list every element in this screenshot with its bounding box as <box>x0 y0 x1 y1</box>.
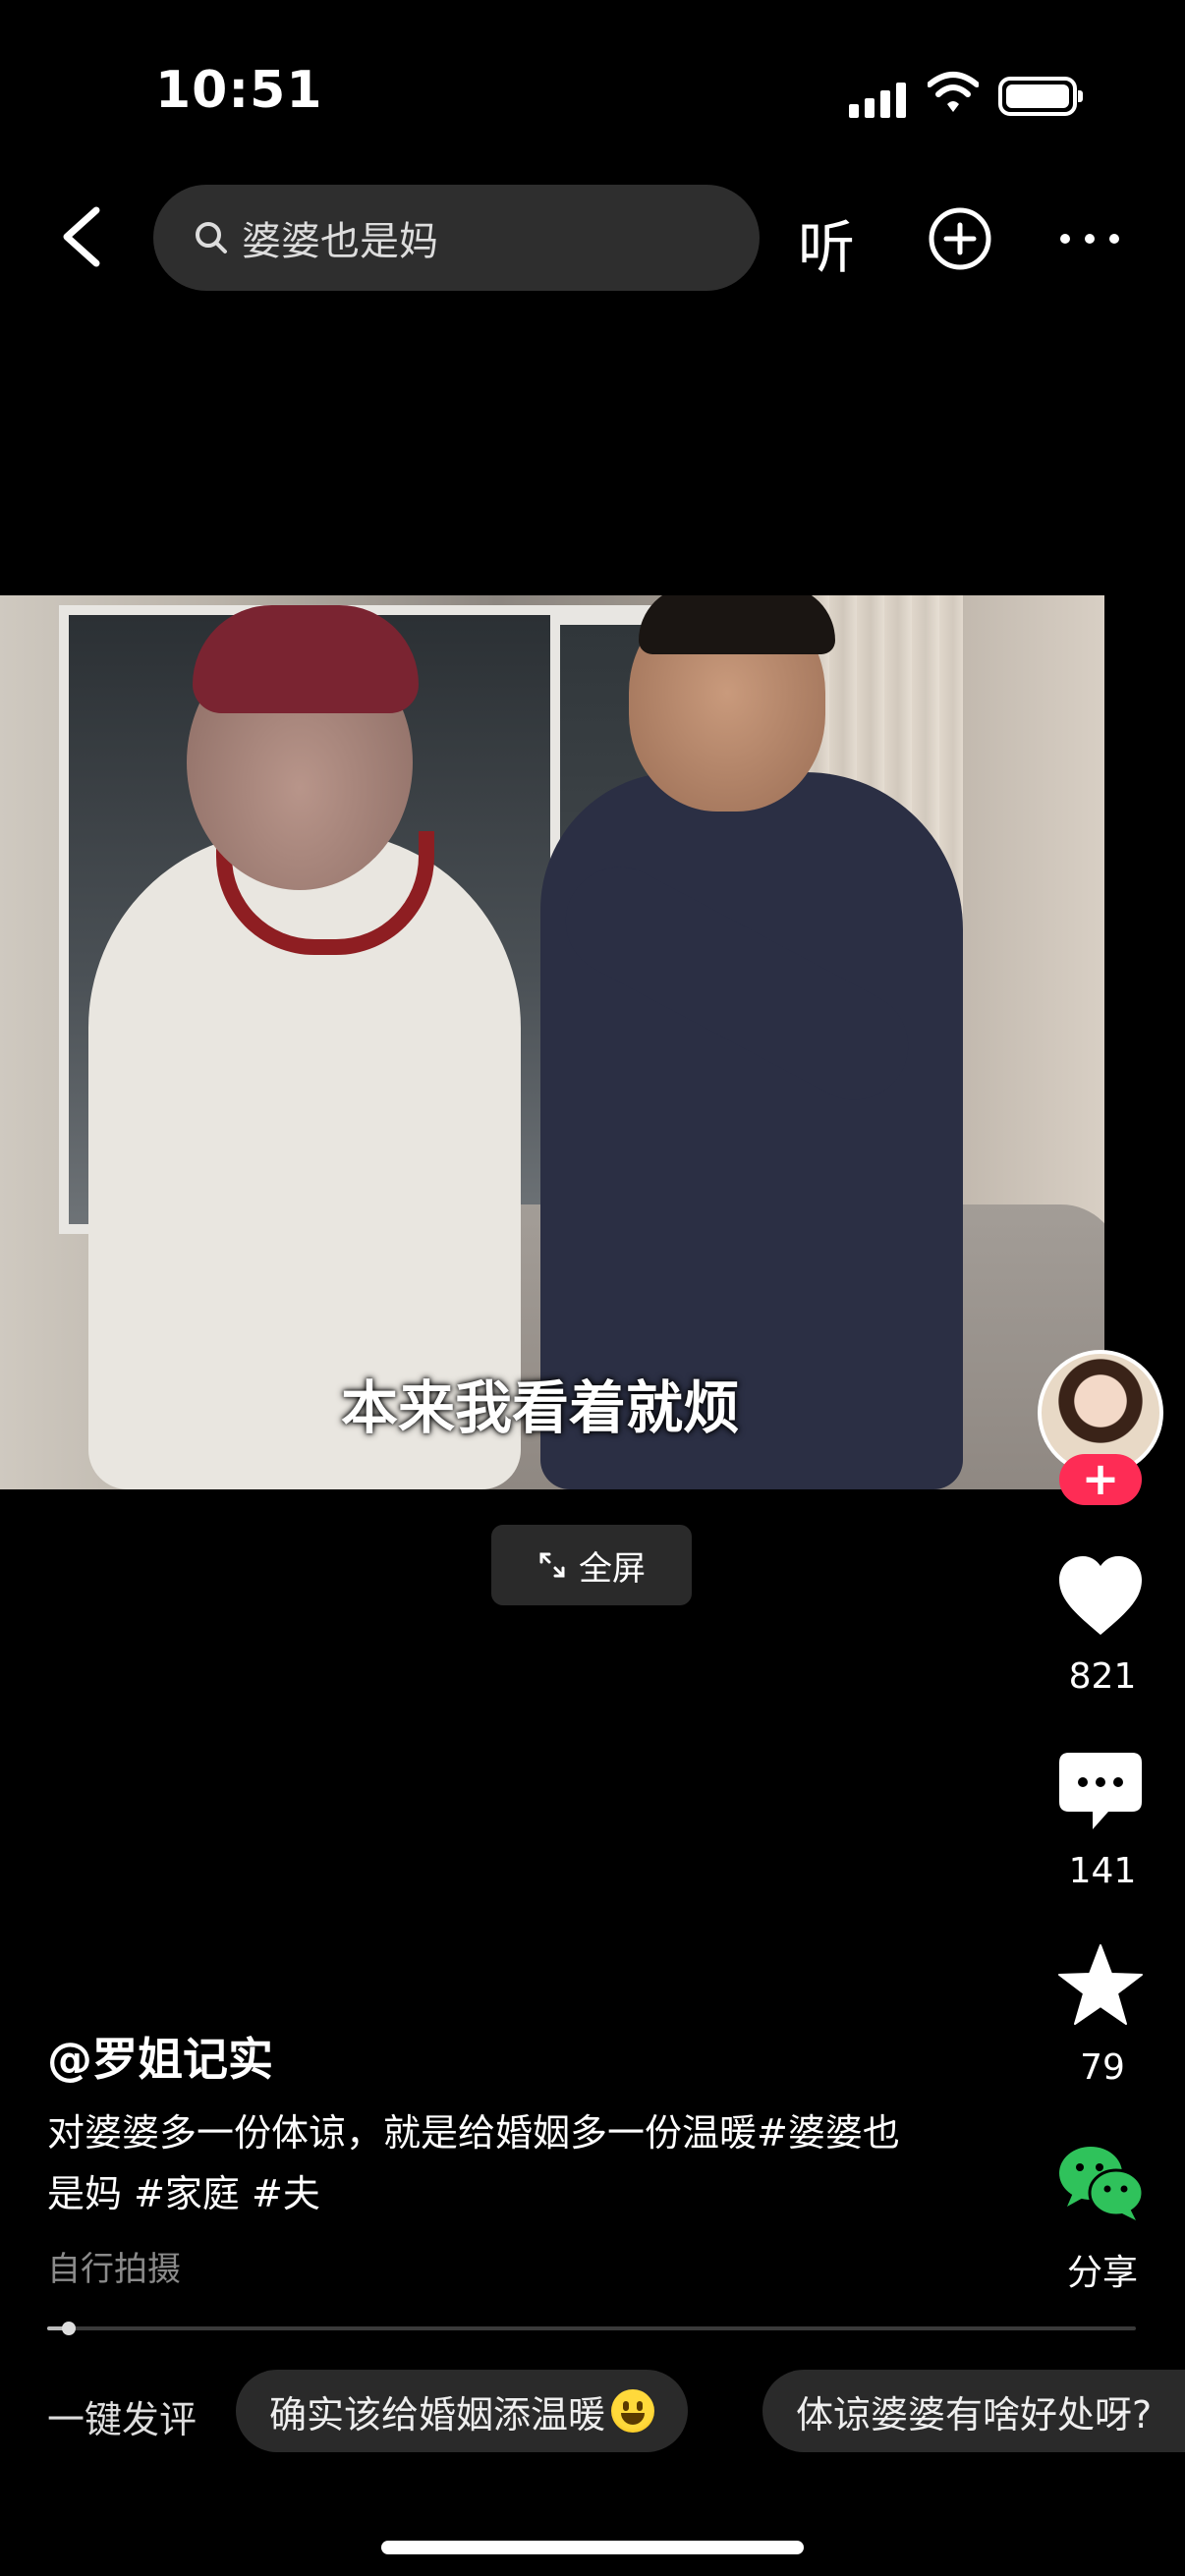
back-icon[interactable] <box>55 204 110 269</box>
search-icon <box>196 222 227 253</box>
follow-button[interactable]: + <box>1059 1454 1142 1505</box>
more-icon[interactable] <box>1057 226 1122 252</box>
comment-icon[interactable] <box>1055 1747 1146 1837</box>
status-time: 10:51 <box>155 61 323 120</box>
quick-comment-chip-1[interactable]: 确实该给婚姻添温暖 <box>236 2370 689 2452</box>
man-hair <box>639 595 835 654</box>
description-line-2: 是妈 #家庭 #夫 <box>47 2172 320 2215</box>
cellular-signal-icon <box>849 83 908 118</box>
quick-comment-chip-2[interactable]: 体谅婆婆有啥好处呀? <box>762 2370 1185 2452</box>
fullscreen-button[interactable]: 全屏 <box>491 1525 692 1605</box>
post-description: 对婆婆多一份体谅，就是给婚姻多一份温暖#婆婆也 是妈 #家庭 #夫 <box>47 2102 990 2224</box>
chip-1-text: 确实该给婚姻添温暖 <box>269 2392 606 2436</box>
search-query: 婆婆也是妈 <box>242 219 438 264</box>
video-player[interactable]: 本来我看着就烦 <box>0 595 1104 1489</box>
quick-comment-label: 一键发评 <box>47 2398 198 2441</box>
red-hat <box>193 605 419 713</box>
home-indicator <box>381 2541 804 2554</box>
like-count: 821 <box>1068 1656 1137 1697</box>
add-circle-icon[interactable] <box>928 206 992 271</box>
battery-icon <box>998 77 1083 116</box>
description-line-1: 对婆婆多一份体谅，就是给婚姻多一份温暖#婆婆也 <box>47 2111 900 2155</box>
video-progress-track[interactable] <box>47 2326 1136 2330</box>
listen-button[interactable]: 听 <box>798 201 855 284</box>
chip-2-text: 体谅婆婆有啥好处呀? <box>796 2392 1153 2436</box>
star-icon[interactable] <box>1055 1941 1146 2032</box>
wechat-share-icon[interactable] <box>1055 2138 1146 2228</box>
favorite-count: 79 <box>1080 2047 1125 2088</box>
grinning-emoji-icon <box>611 2389 655 2433</box>
expand-icon <box>539 1552 565 1578</box>
video-subtitle: 本来我看着就烦 <box>340 1374 740 1441</box>
content-tag: 自行拍摄 <box>47 2250 181 2289</box>
fullscreen-label: 全屏 <box>579 1548 646 1589</box>
author-name[interactable]: @罗姐记实 <box>47 2024 273 2089</box>
video-progress-handle[interactable] <box>62 2322 76 2335</box>
search-bar[interactable]: 婆婆也是妈 <box>153 185 760 291</box>
heart-icon[interactable] <box>1055 1552 1146 1643</box>
comment-count: 141 <box>1068 1851 1137 1891</box>
wifi-icon <box>928 72 979 112</box>
share-label: 分享 <box>1066 2253 1138 2293</box>
